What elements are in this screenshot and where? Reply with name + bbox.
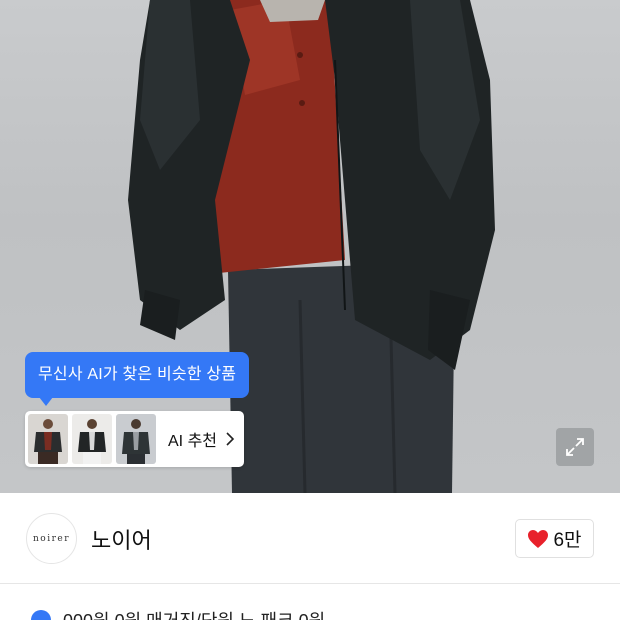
info-icon xyxy=(31,610,51,620)
thumbnail-image xyxy=(28,414,68,464)
thumbnail-image xyxy=(116,414,156,464)
expand-icon xyxy=(566,438,584,456)
similar-product-thumbnail[interactable] xyxy=(28,414,68,464)
ai-similar-tooltip-text: 무신사 AI가 찾은 비슷한 상품 xyxy=(38,366,237,383)
brand-row: noirer 노이어 6만 xyxy=(0,493,620,584)
thumbnail-image xyxy=(72,414,112,464)
promo-row[interactable]: 000원 0원 매거진/단원 노 패크 0원 xyxy=(31,608,591,620)
like-count: 6만 xyxy=(553,530,582,551)
ai-recommendation-label: AI 추천 xyxy=(168,433,218,450)
promo-text: 000원 0원 매거진/단원 노 패크 0원 xyxy=(63,607,325,620)
brand-logo-text: noirer xyxy=(32,533,71,544)
ai-recommendation-card[interactable]: AI 추천 xyxy=(25,411,244,467)
chevron-right-icon xyxy=(226,432,235,446)
ai-similar-tooltip[interactable]: 무신사 AI가 찾은 비슷한 상품 xyxy=(25,352,250,406)
heart-icon xyxy=(528,529,549,548)
similar-product-thumbnail[interactable] xyxy=(72,414,112,464)
like-button[interactable]: 6만 xyxy=(515,519,594,558)
brand-logo[interactable]: noirer xyxy=(26,513,77,564)
expand-image-button[interactable] xyxy=(556,428,594,466)
similar-product-thumbnail[interactable] xyxy=(116,414,156,464)
brand-name[interactable]: 노이어 xyxy=(91,523,152,555)
